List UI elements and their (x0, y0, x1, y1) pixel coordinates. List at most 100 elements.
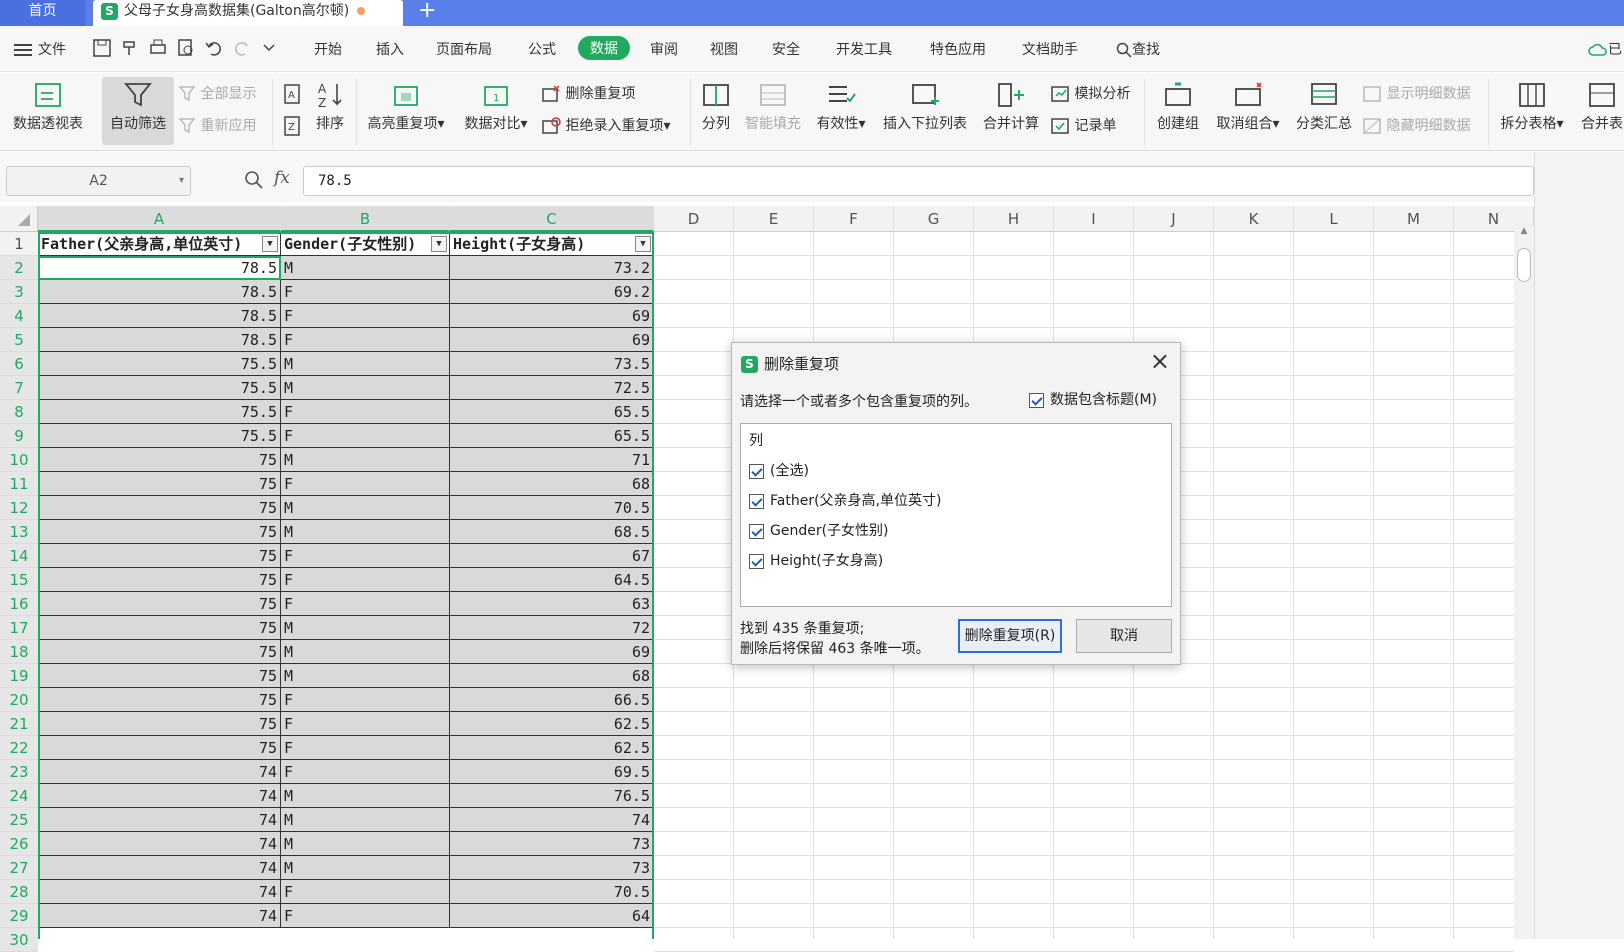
search-menu[interactable]: 查找 (1116, 39, 1160, 59)
table-cell[interactable]: F (281, 880, 450, 904)
table-cell[interactable]: 74 (38, 856, 281, 880)
menu-page-layout[interactable]: 页面布局 (436, 39, 492, 59)
table-cell[interactable]: 72 (450, 616, 654, 640)
table-cell[interactable]: 75 (38, 688, 281, 712)
show-all-button[interactable]: 全部显示 (178, 83, 256, 103)
table-cell[interactable]: 78.5 (38, 304, 281, 328)
row-header[interactable]: 17 (0, 616, 38, 640)
row-header[interactable]: 27 (0, 856, 38, 880)
remove-duplicates-button[interactable]: 删除重复项 (541, 83, 635, 103)
quick-access-dropdown-icon[interactable] (262, 42, 276, 54)
column-item-father[interactable]: Father(父亲身高,单位英寸) (749, 490, 941, 510)
file-menu[interactable]: 文件 (14, 39, 66, 59)
table-cell[interactable]: 78.5 (38, 280, 281, 304)
table-cell[interactable]: F (281, 544, 450, 568)
table-cell[interactable]: F (281, 592, 450, 616)
row-header[interactable]: 24 (0, 784, 38, 808)
column-header-i[interactable]: I (1054, 206, 1134, 232)
table-cell[interactable]: F (281, 472, 450, 496)
table-cell[interactable]: 70.5 (450, 496, 654, 520)
table-cell[interactable]: M (281, 448, 450, 472)
table-cell[interactable]: 68.5 (450, 520, 654, 544)
table-cell[interactable]: 74 (38, 784, 281, 808)
table-cell[interactable]: 71 (450, 448, 654, 472)
column-header-h[interactable]: H (974, 206, 1054, 232)
row-header[interactable]: 16 (0, 592, 38, 616)
column-header-m[interactable]: M (1374, 206, 1454, 232)
tab-document[interactable]: S 父母子女身高数据集(Galton高尔顿) (93, 0, 403, 26)
table-cell[interactable]: F (281, 904, 450, 928)
table-cell[interactable]: 75 (38, 568, 281, 592)
column-header-b[interactable]: B (281, 206, 450, 232)
column-header-j[interactable]: J (1134, 206, 1214, 232)
zoom-function-icon[interactable] (244, 170, 264, 190)
menu-security[interactable]: 安全 (772, 39, 800, 59)
autofilter-button[interactable]: 自动筛选 (102, 77, 174, 145)
column-header-f[interactable]: F (814, 206, 894, 232)
text-to-columns-button[interactable]: 分列 (696, 81, 736, 133)
table-cell[interactable]: 75 (38, 520, 281, 544)
table-cell[interactable]: 74 (38, 880, 281, 904)
data-validation-button[interactable]: 有效性▾ (812, 81, 870, 133)
formula-input[interactable]: 78.5 (303, 166, 1534, 196)
table-cell[interactable]: 73.2 (450, 256, 654, 280)
table-cell[interactable]: M (281, 640, 450, 664)
redo-icon[interactable] (232, 38, 252, 58)
table-cell[interactable]: F (281, 424, 450, 448)
row-header[interactable]: 29 (0, 904, 38, 928)
row-header[interactable]: 21 (0, 712, 38, 736)
row-header[interactable]: 22 (0, 736, 38, 760)
new-tab-button[interactable]: + (418, 0, 436, 23)
table-cell[interactable]: 75 (38, 664, 281, 688)
menu-doc-assistant[interactable]: 文档助手 (1022, 39, 1078, 59)
row-header[interactable]: 25 (0, 808, 38, 832)
row-header[interactable]: 6 (0, 352, 38, 376)
tab-home[interactable]: 首页 (0, 0, 85, 26)
select-all-corner[interactable] (0, 206, 38, 232)
table-cell[interactable]: F (281, 688, 450, 712)
what-if-analysis-button[interactable]: 模拟分析 (1050, 83, 1130, 103)
table-cell[interactable]: 72.5 (450, 376, 654, 400)
row-header[interactable]: 3 (0, 280, 38, 304)
menu-insert[interactable]: 插入 (376, 39, 404, 59)
table-cell[interactable]: M (281, 784, 450, 808)
table-cell[interactable]: 75 (38, 640, 281, 664)
row-header[interactable]: 9 (0, 424, 38, 448)
data-compare-button[interactable]: 1 数据对比▾ (458, 81, 534, 133)
table-cell[interactable]: M (281, 832, 450, 856)
table-cell[interactable]: 67 (450, 544, 654, 568)
row-header[interactable]: 8 (0, 400, 38, 424)
table-cell[interactable]: F (281, 304, 450, 328)
record-form-button[interactable]: 记录单 (1050, 115, 1116, 135)
header-cell[interactable]: Height(子女身高) ▼ (450, 232, 654, 256)
ungroup-button[interactable]: 取消组合▾ (1210, 81, 1286, 133)
scroll-thumb[interactable] (1517, 248, 1531, 282)
table-cell[interactable]: M (281, 496, 450, 520)
row-header[interactable]: 5 (0, 328, 38, 352)
close-icon[interactable]: × (1150, 347, 1170, 375)
menu-start[interactable]: 开始 (314, 39, 342, 59)
consolidate-button[interactable]: 合并计算 (980, 81, 1042, 133)
table-cell[interactable]: F (281, 328, 450, 352)
table-cell[interactable]: 75.5 (38, 352, 281, 376)
table-cell[interactable]: 75 (38, 472, 281, 496)
row-header[interactable]: 20 (0, 688, 38, 712)
table-cell[interactable]: 75.5 (38, 376, 281, 400)
table-cell[interactable]: F (281, 712, 450, 736)
show-detail-button[interactable]: 显示明细数据 (1362, 83, 1470, 103)
pivot-table-button[interactable]: 数据透视表 (8, 81, 88, 133)
table-cell[interactable]: 63 (450, 592, 654, 616)
name-box[interactable]: A2 ▾ (6, 166, 191, 196)
row-header[interactable]: 14 (0, 544, 38, 568)
table-cell[interactable]: 78.5 (38, 328, 281, 352)
sort-button[interactable]: A Z 排序 (310, 81, 350, 133)
table-cell[interactable]: 74 (38, 904, 281, 928)
menu-formula[interactable]: 公式 (528, 39, 556, 59)
table-cell[interactable]: 70.5 (450, 880, 654, 904)
column-header-e[interactable]: E (734, 206, 814, 232)
table-cell[interactable]: 75 (38, 592, 281, 616)
table-cell[interactable]: 74 (38, 832, 281, 856)
group-button[interactable]: 创建组 (1152, 81, 1204, 133)
row-header[interactable]: 13 (0, 520, 38, 544)
row-header[interactable]: 30 (0, 928, 38, 952)
